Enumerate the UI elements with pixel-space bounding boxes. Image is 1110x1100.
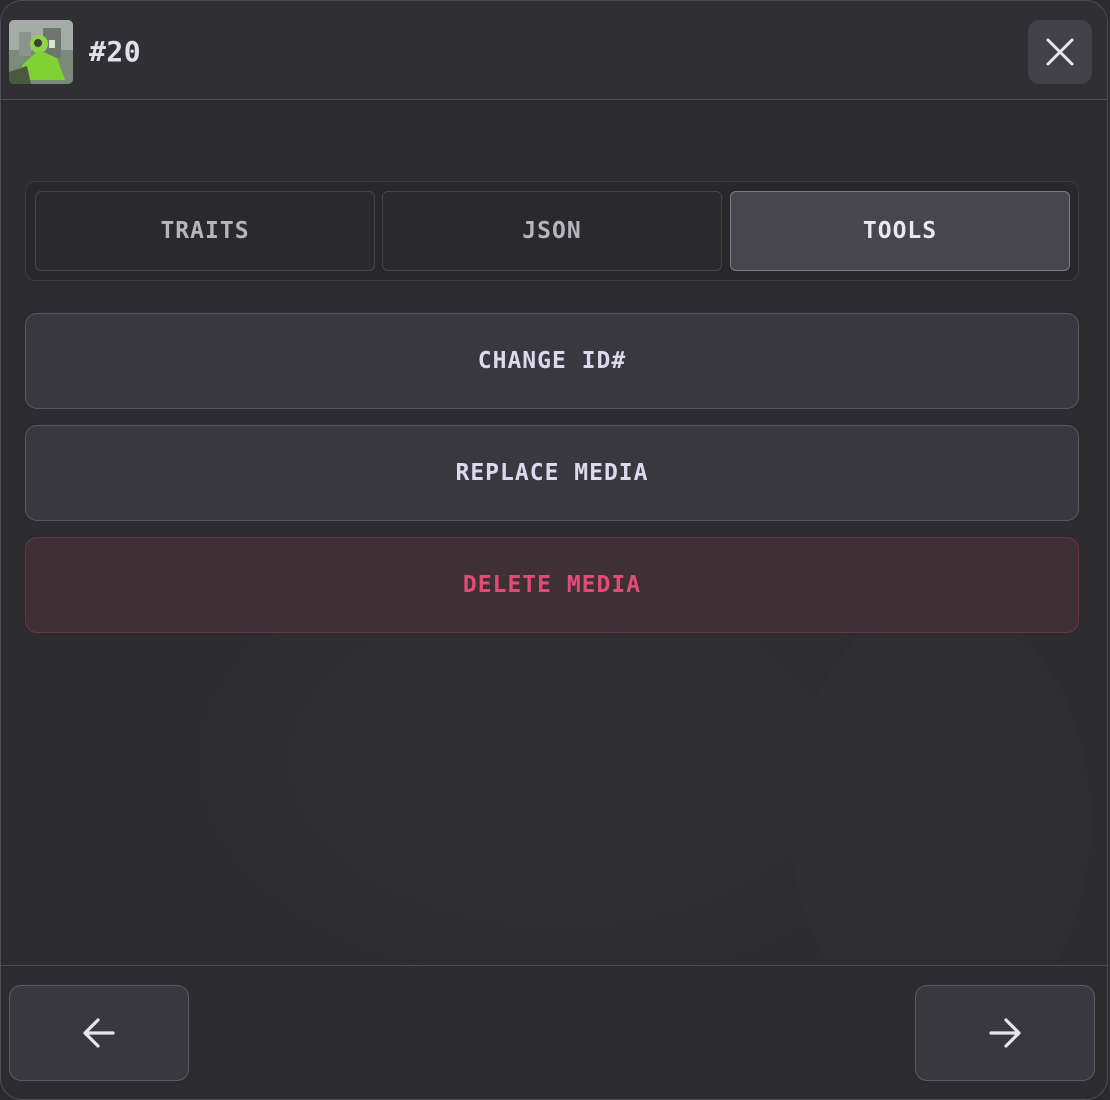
- tab-traits[interactable]: TRAITS: [35, 191, 375, 271]
- close-icon: [1046, 38, 1074, 66]
- previous-button[interactable]: [9, 985, 189, 1081]
- close-button[interactable]: [1028, 20, 1092, 84]
- arrow-right-icon: [989, 1018, 1021, 1048]
- delete-media-button[interactable]: DELETE MEDIA: [25, 537, 1079, 633]
- change-id-button[interactable]: CHANGE ID#: [25, 313, 1079, 409]
- panel-header: #20: [1, 1, 1107, 100]
- page-title: #20: [89, 35, 142, 68]
- detail-panel: #20 TRAITS JSON TOOLS CHANGE ID# REPLACE…: [0, 0, 1108, 1100]
- next-button[interactable]: [915, 985, 1095, 1081]
- nft-thumbnail[interactable]: [9, 20, 73, 84]
- panel-footer: [1, 965, 1107, 1099]
- tab-tools[interactable]: TOOLS: [730, 191, 1070, 271]
- replace-media-button[interactable]: REPLACE MEDIA: [25, 425, 1079, 521]
- arrow-left-icon: [83, 1018, 115, 1048]
- tab-json[interactable]: JSON: [382, 191, 722, 271]
- tab-bar: TRAITS JSON TOOLS: [25, 181, 1079, 281]
